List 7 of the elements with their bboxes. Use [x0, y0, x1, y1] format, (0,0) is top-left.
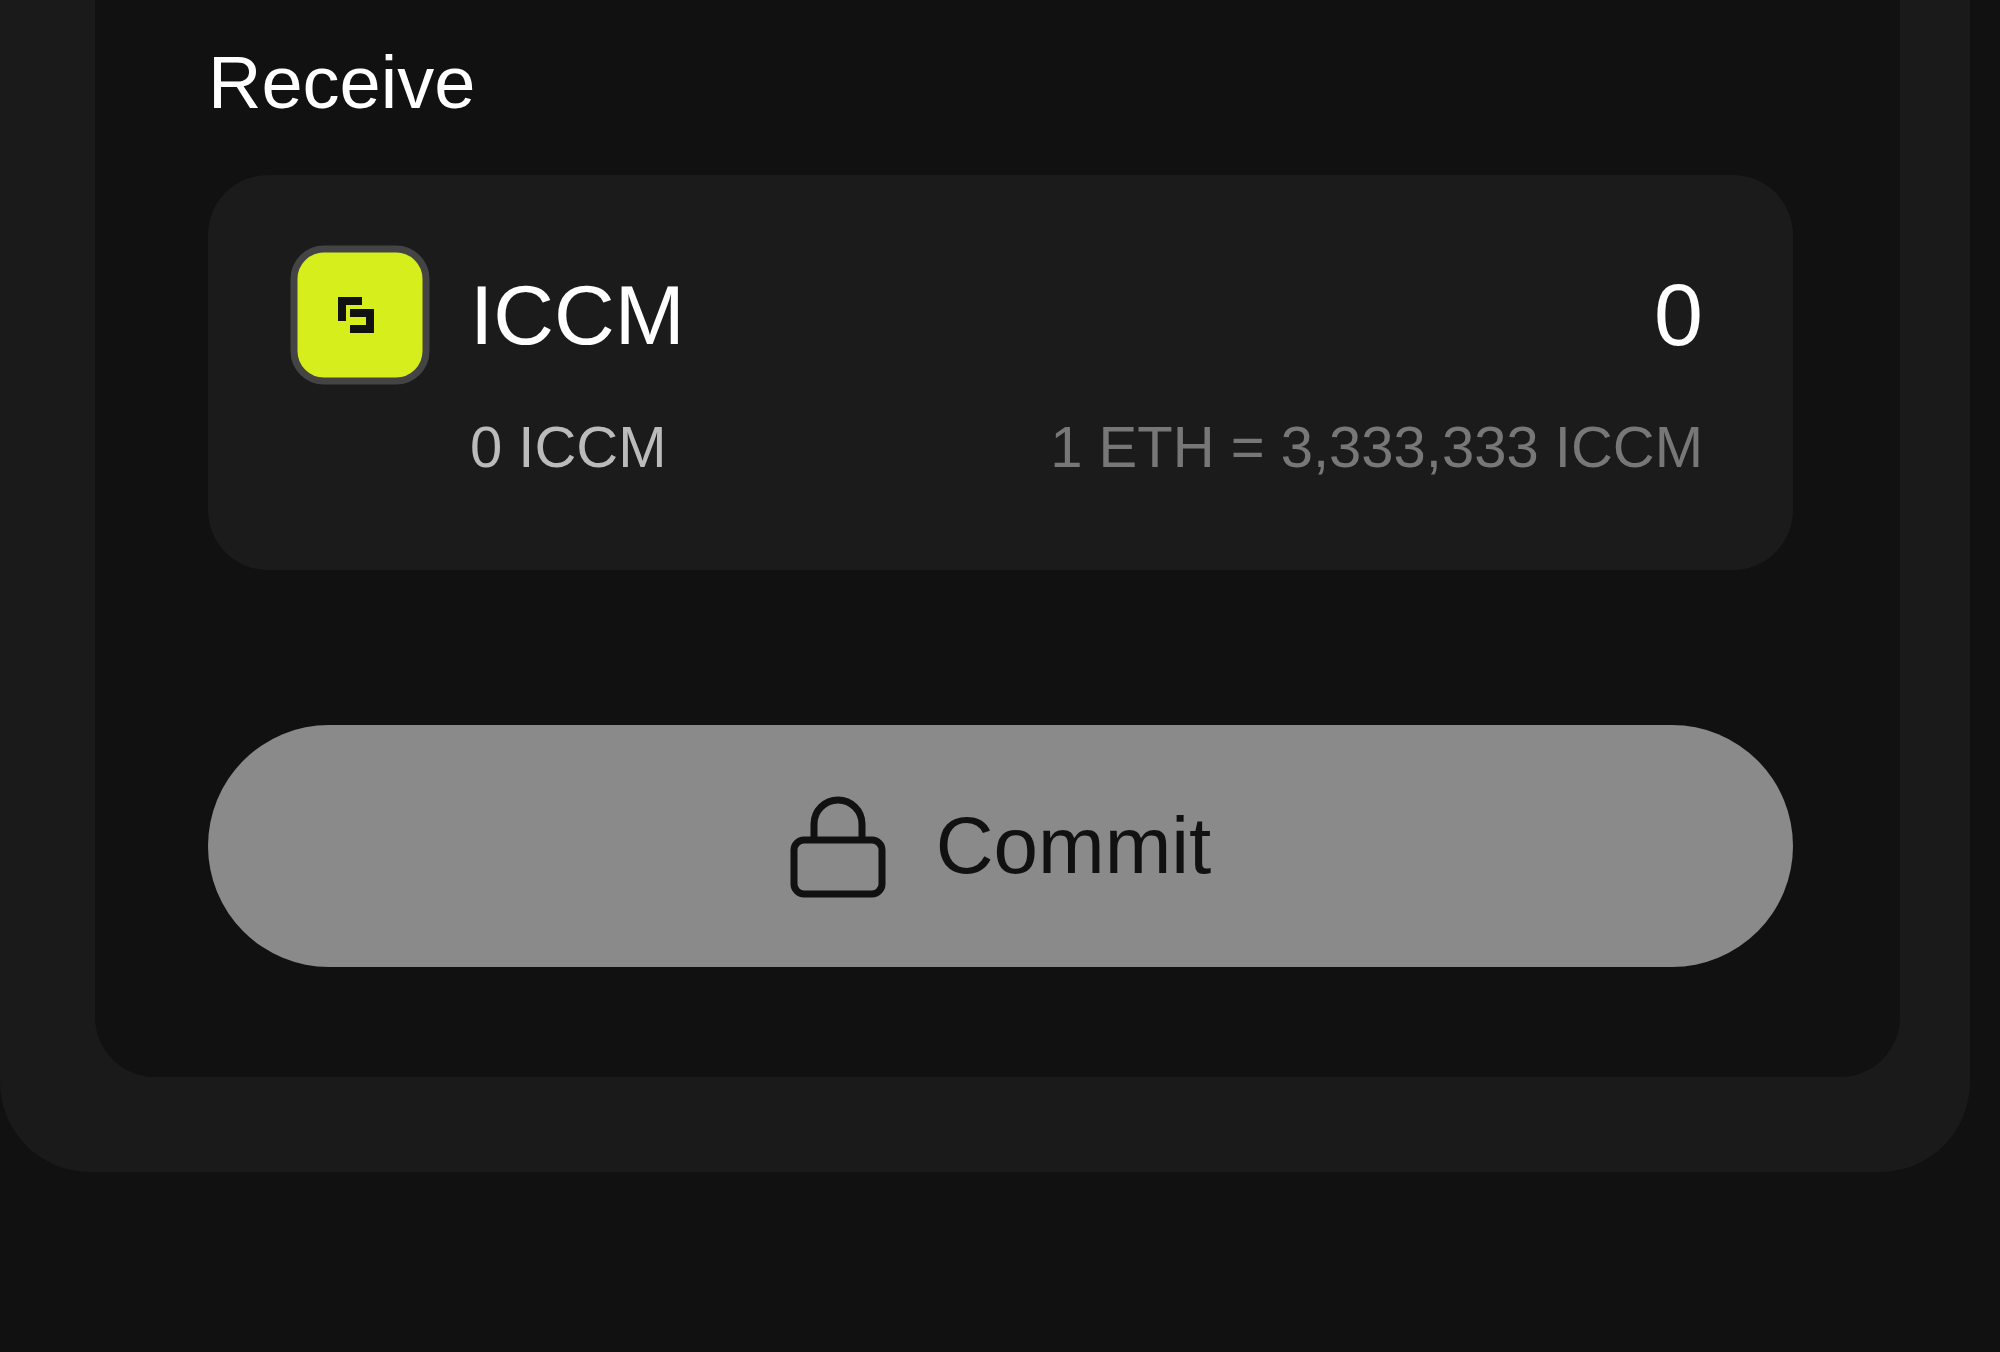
- amount-field[interactable]: 0: [1050, 264, 1703, 366]
- token-logo-icon: [290, 245, 430, 385]
- exchange-rate: 1 ETH = 3,333,333 ICCM: [1050, 413, 1703, 480]
- lock-icon: [789, 794, 886, 898]
- section-title: Receive: [208, 40, 477, 125]
- token-balance: 0 ICCM: [470, 413, 668, 480]
- token-symbol: ICCM: [470, 266, 686, 364]
